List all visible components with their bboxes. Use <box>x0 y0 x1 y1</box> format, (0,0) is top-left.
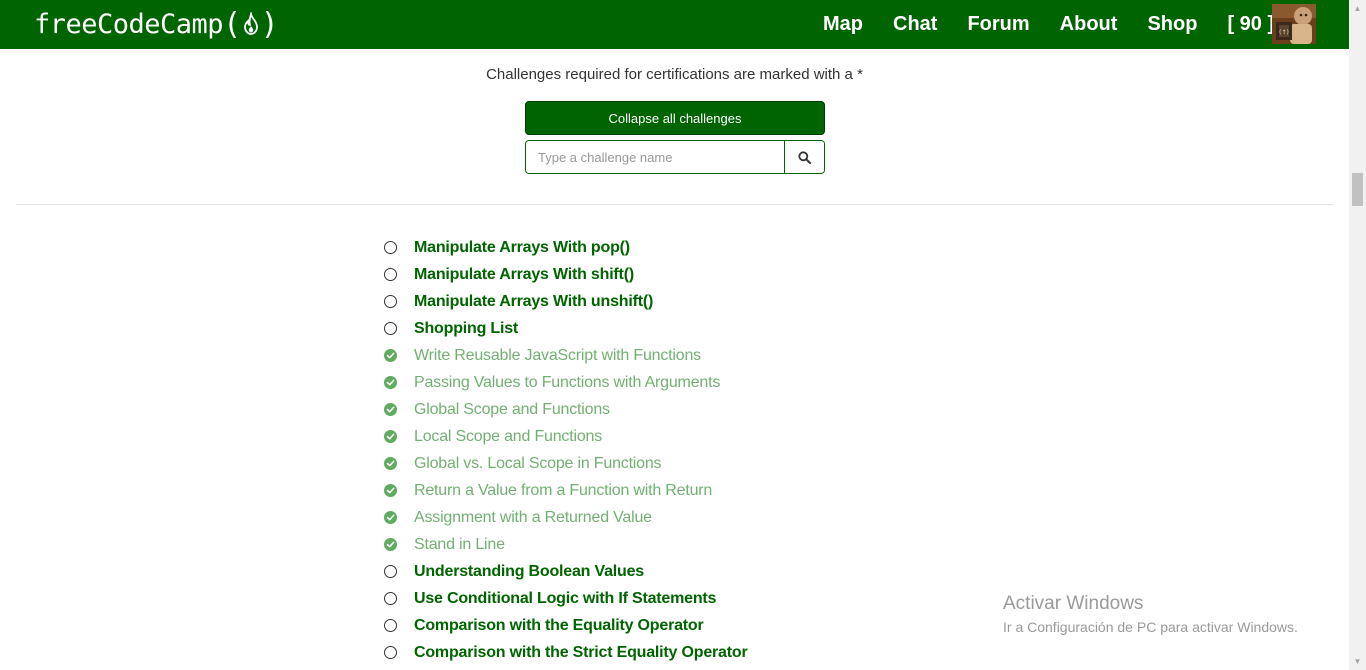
challenge-row: Local Scope and Functions <box>384 423 747 450</box>
page: freeCodeCamp ( ) Map Chat Forum About Sh… <box>0 0 1366 670</box>
challenge-link[interactable]: Passing Values to Functions with Argumen… <box>414 374 720 392</box>
challenge-row: Shopping List <box>384 315 747 342</box>
challenge-row: Assignment with a Returned Value <box>384 504 747 531</box>
challenge-row: Global Scope and Functions <box>384 396 747 423</box>
nav-link-map[interactable]: Map <box>823 13 863 36</box>
watermark-subtitle: Ir a Configuración de PC para activar Wi… <box>1003 619 1298 635</box>
challenge-link[interactable]: Comparison with the Strict Equality Oper… <box>414 644 748 662</box>
challenge-link[interactable]: Shopping List <box>414 320 518 338</box>
check-circle-icon <box>384 376 397 389</box>
nav-links: Map Chat Forum About Shop [ 90 ] <box>808 0 1289 49</box>
challenge-row: Stand in Line <box>384 531 747 558</box>
section-divider <box>16 204 1334 205</box>
empty-circle-icon <box>384 241 397 254</box>
challenge-row: Comparison with the Strict Equality Oper… <box>384 639 748 666</box>
empty-circle-icon <box>384 295 397 308</box>
challenge-link[interactable]: Comparison with the Equality Operator <box>414 617 704 635</box>
challenge-row: Manipulate Arrays With shift() <box>384 261 747 288</box>
certification-note: Challenges required for certifications a… <box>486 66 863 83</box>
navbar: freeCodeCamp ( ) Map Chat Forum About Sh… <box>0 0 1349 49</box>
collapse-all-button[interactable]: Collapse all challenges <box>525 101 825 135</box>
check-circle-icon <box>384 538 397 551</box>
search-icon <box>798 150 811 164</box>
challenge-link[interactable]: Manipulate Arrays With pop() <box>414 239 630 257</box>
challenge-row: Return a Value from a Function with Retu… <box>384 477 747 504</box>
scroll-down-arrow-icon[interactable]: ▼ <box>1349 653 1366 670</box>
windows-activation-watermark: Activar Windows Ir a Configuración de PC… <box>1003 593 1298 635</box>
logo-open-paren: ( <box>223 6 241 42</box>
avatar[interactable]: (↑) <box>1272 4 1316 44</box>
challenge-search <box>525 140 825 174</box>
challenge-row: Write Reusable JavaScript with Functions <box>384 342 747 369</box>
challenge-list: Manipulate Arrays With pop() Manipulate A… <box>384 234 748 666</box>
flame-icon <box>243 12 258 35</box>
check-circle-icon <box>384 349 397 362</box>
challenge-row: Manipulate Arrays With unshift() <box>384 288 747 315</box>
challenge-link[interactable]: Global vs. Local Scope in Functions <box>414 455 662 473</box>
challenge-link[interactable]: Use Conditional Logic with If Statements <box>414 590 716 608</box>
search-button[interactable] <box>785 141 824 173</box>
empty-circle-icon <box>384 268 397 281</box>
check-circle-icon <box>384 457 397 470</box>
challenge-link[interactable]: Write Reusable JavaScript with Functions <box>414 347 701 365</box>
empty-circle-icon <box>384 592 397 605</box>
empty-circle-icon <box>384 322 397 335</box>
challenge-link[interactable]: Global Scope and Functions <box>414 401 610 419</box>
challenge-link[interactable]: Return a Value from a Function with Retu… <box>414 482 712 500</box>
points-counter[interactable]: [ 90 ] <box>1227 13 1274 36</box>
check-circle-icon <box>384 484 397 497</box>
avatar-image: (↑) <box>1272 4 1316 44</box>
logo-close-paren: ) <box>260 6 279 42</box>
challenge-row: Passing Values to Functions with Argumen… <box>384 369 747 396</box>
empty-circle-icon <box>384 646 397 659</box>
watermark-title: Activar Windows <box>1003 593 1144 614</box>
challenge-row: Comparison with the Equality Operator <box>384 612 747 639</box>
challenge-link[interactable]: Stand in Line <box>414 536 505 554</box>
challenge-row: Use Conditional Logic with If Statements <box>384 585 747 612</box>
nav-link-chat[interactable]: Chat <box>893 13 937 36</box>
scroll-up-arrow-icon[interactable]: ▲ <box>1349 0 1366 17</box>
challenge-row: Manipulate Arrays With pop() <box>384 234 747 261</box>
page-scrollbar[interactable]: ▲ ▼ <box>1349 0 1366 670</box>
check-circle-icon <box>384 511 397 524</box>
fcc-logo[interactable]: freeCodeCamp ( ) <box>34 6 279 42</box>
challenge-link[interactable]: Manipulate Arrays With shift() <box>414 266 634 284</box>
scroll-thumb[interactable] <box>1352 173 1363 206</box>
challenge-row: Global vs. Local Scope in Functions <box>384 450 747 477</box>
check-circle-icon <box>384 430 397 443</box>
check-circle-icon <box>384 403 397 416</box>
challenge-link[interactable]: Understanding Boolean Values <box>414 563 644 581</box>
logo-text: freeCodeCamp <box>34 8 224 40</box>
challenge-link[interactable]: Manipulate Arrays With unshift() <box>414 293 653 311</box>
svg-text:(↑): (↑) <box>1279 29 1289 36</box>
empty-circle-icon <box>384 565 397 578</box>
nav-link-shop[interactable]: Shop <box>1147 13 1197 36</box>
challenge-link[interactable]: Assignment with a Returned Value <box>414 509 652 527</box>
challenge-row: Understanding Boolean Values <box>384 558 747 585</box>
challenge-link[interactable]: Local Scope and Functions <box>414 428 602 446</box>
empty-circle-icon <box>384 619 397 632</box>
challenge-search-input[interactable] <box>526 141 785 173</box>
nav-link-forum[interactable]: Forum <box>967 13 1029 36</box>
nav-link-about[interactable]: About <box>1060 13 1118 36</box>
